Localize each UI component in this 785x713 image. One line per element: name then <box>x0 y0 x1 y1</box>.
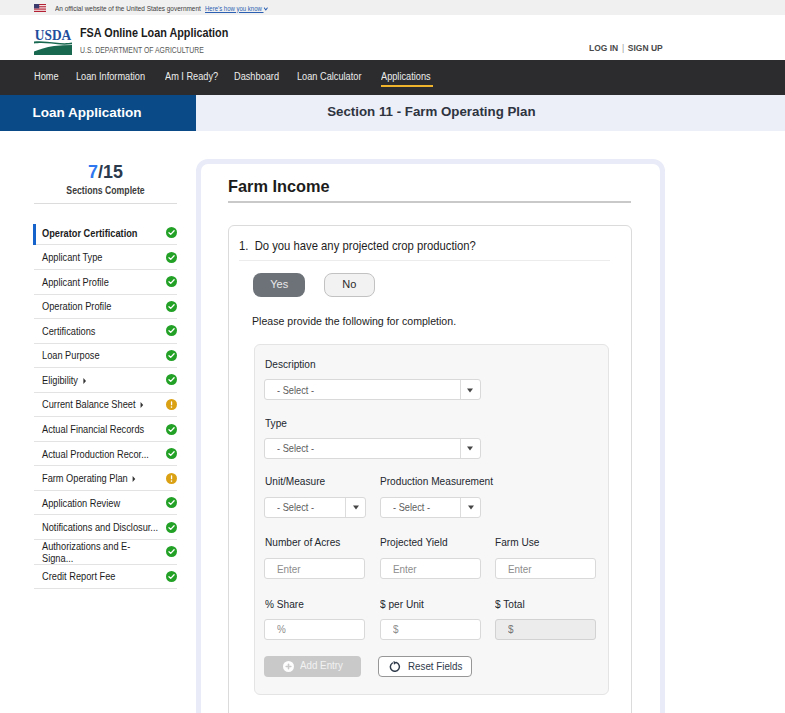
svg-text:USDA: USDA <box>35 28 72 43</box>
